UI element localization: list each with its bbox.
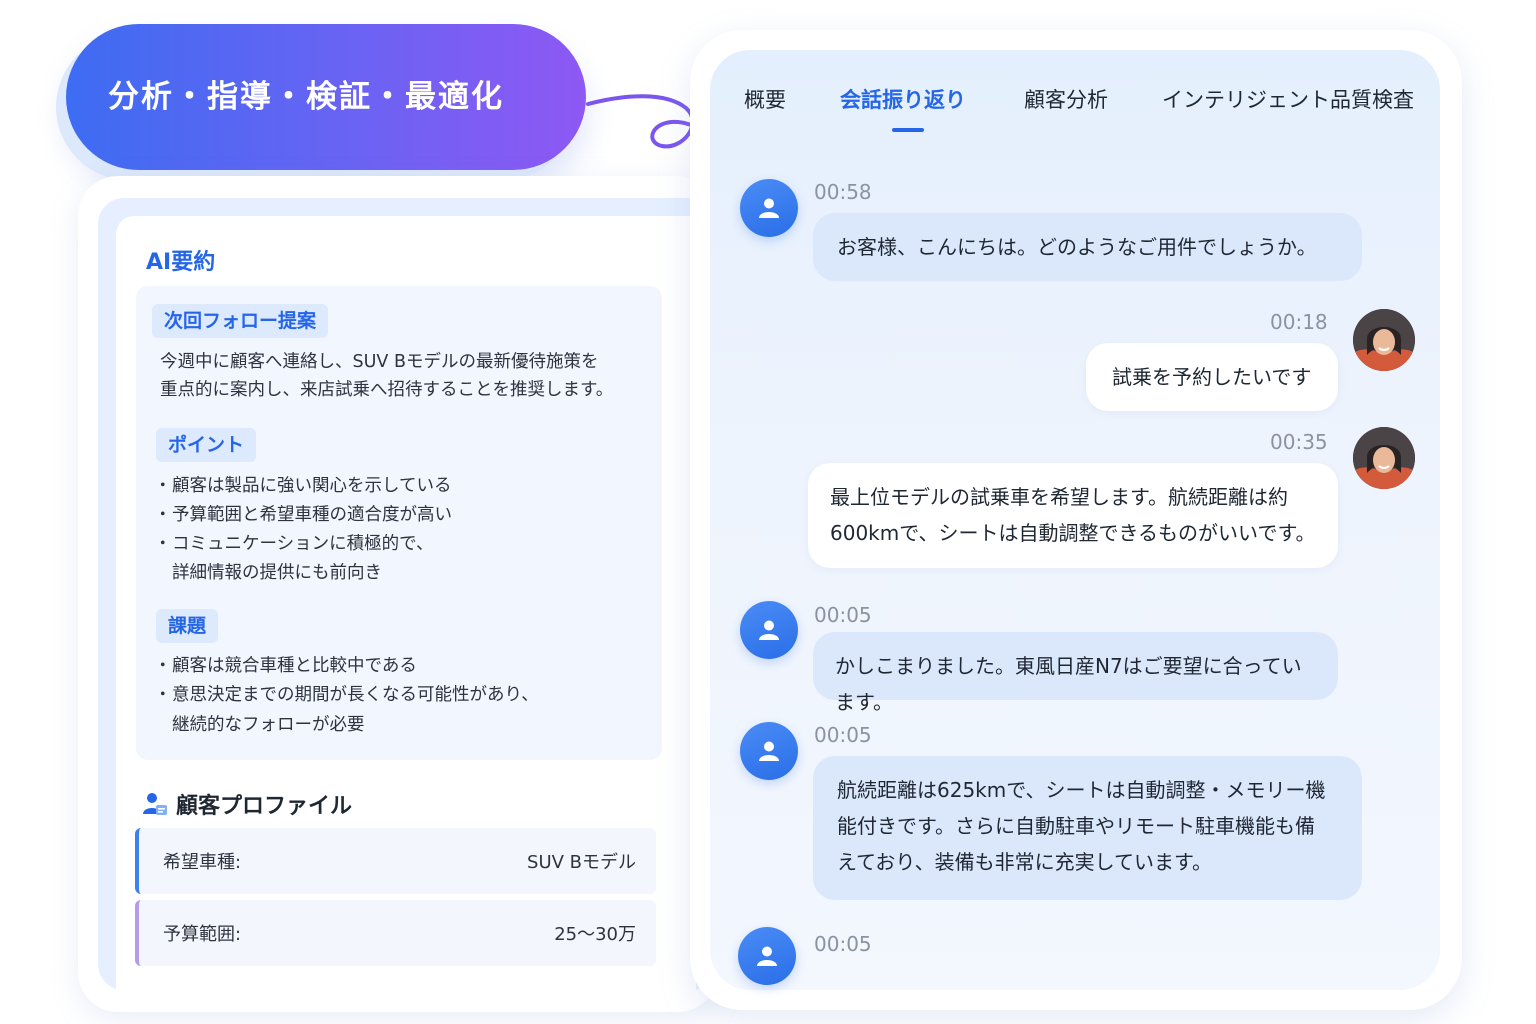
- message-line: 最上位モデルの試乗車を希望します。航続距離は約: [830, 485, 1288, 509]
- follow-up-line: 重点的に案内し、来店試乗へ招待することを推奨します。: [160, 380, 614, 400]
- customer-profile-header: 顧客プロファイル: [142, 788, 352, 820]
- follow-up-tag: 次回フォロー提案: [152, 304, 329, 338]
- agent-avatar: [740, 722, 798, 780]
- banner-title: 分析・指導・検証・最適化: [108, 78, 504, 115]
- active-tab-indicator: [892, 128, 924, 132]
- message-bubble-agent: かしこまりました。東風日産N7はご要望に合っています。: [813, 632, 1338, 714]
- points-bullet-continued: 詳細情報の提供にも前向き: [172, 559, 382, 588]
- customer-avatar: [1353, 309, 1415, 371]
- points-bullet: ・顧客は製品に強い関心を示している: [154, 472, 452, 501]
- profile-value: SUV Bモデル: [527, 852, 636, 873]
- user-icon: [759, 741, 779, 761]
- profile-row-budget: 予算範囲: 25〜30万: [135, 900, 656, 966]
- message-time: 00:18: [1270, 310, 1328, 334]
- message-bubble-agent: お客様、こんにちは。どのようなご用件でしょうか。: [813, 213, 1362, 281]
- profile-label: 希望車種:: [163, 852, 242, 873]
- message-line: 試乗を予約したいです: [1112, 365, 1312, 389]
- issues-tag: 課題: [156, 609, 219, 643]
- message-line: えており、装備も非常に充実しています。: [837, 850, 1212, 874]
- message-bubble-customer: 試乗を予約したいです: [1086, 343, 1338, 411]
- bullet-text: 詳細情報の提供にも前向き: [172, 563, 382, 583]
- points-bullet: ・コミュニケーションに積極的で、: [154, 530, 434, 559]
- tab-quality-inspection[interactable]: インテリジェント品質検査: [1162, 84, 1414, 114]
- message-line: 600kmで、シートは自動調整できるものがいいです。: [830, 521, 1316, 545]
- bullet-dot: ・: [154, 476, 172, 496]
- bullet-text: 継続的なフォローが必要: [172, 715, 365, 735]
- bullet-text: 顧客は製品に強い関心を示している: [172, 476, 452, 496]
- profile-row-desired-model: 希望車種: SUV Bモデル: [135, 828, 656, 894]
- agent-avatar: [740, 601, 798, 659]
- message-line: かしこまりました。東風日産N7はご要望に合っています。: [835, 654, 1302, 714]
- profile-label: 予算範囲:: [163, 924, 242, 945]
- follow-up-text: 今週中に顧客へ連絡し、SUV Bモデルの最新優待施策を 重点的に案内し、来店試乗…: [160, 348, 613, 404]
- message-line: お客様、こんにちは。どのようなご用件でしょうか。: [837, 235, 1317, 259]
- message-line: 能付きです。さらに自動駐車やリモート駐車機能も備: [837, 814, 1315, 838]
- bullet-dot: ・: [154, 685, 172, 705]
- tab-overview[interactable]: 概要: [744, 84, 786, 114]
- ai-summary-title: AI要約: [146, 250, 216, 275]
- customer-profile-title: 顧客プロファイル: [176, 794, 353, 819]
- message-bubble-agent: 航続距離は625kmで、シートは自動調整・メモリー機 能付きです。さらに自動駐車…: [813, 756, 1362, 900]
- user-icon: [757, 946, 777, 966]
- points-bullet: ・予算範囲と希望車種の適合度が高い: [154, 501, 452, 530]
- bullet-dot: ・: [154, 534, 172, 554]
- user-profile-icon: [143, 793, 167, 815]
- tab-customer-analysis[interactable]: 顧客分析: [1024, 84, 1108, 114]
- follow-up-line: 今週中に顧客へ連絡し、SUV Bモデルの最新優待施策を: [160, 352, 599, 372]
- message-bubble-customer: 最上位モデルの試乗車を希望します。航続距離は約 600kmで、シートは自動調整で…: [808, 463, 1338, 568]
- agent-avatar: [738, 927, 796, 985]
- bullet-dot: ・: [154, 505, 172, 525]
- message-time: 00:05: [814, 603, 872, 627]
- message-time: 00:05: [814, 932, 872, 956]
- message-time: 00:35: [1270, 430, 1328, 454]
- customer-avatar: [1353, 427, 1415, 489]
- bullet-text: 顧客は競合車種と比較中である: [172, 656, 417, 676]
- bullet-text: 意思決定までの期間が長くなる可能性があり、: [172, 685, 539, 705]
- agent-avatar: [740, 179, 798, 237]
- message-line: 航続距離は625kmで、シートは自動調整・メモリー機: [837, 778, 1326, 802]
- message-time: 00:58: [814, 180, 872, 204]
- profile-value: 25〜30万: [554, 924, 636, 945]
- issues-bullet: ・意思決定までの期間が長くなる可能性があり、: [154, 681, 539, 710]
- points-tag: ポイント: [156, 428, 257, 462]
- tab-conversation-review[interactable]: 会話振り返り: [840, 84, 966, 114]
- bullet-text: コミュニケーションに積極的で、: [172, 534, 434, 554]
- bullet-dot: ・: [154, 656, 172, 676]
- issues-bullet-continued: 継続的なフォローが必要: [172, 711, 365, 740]
- customer-photo-icon: [1353, 427, 1415, 489]
- issues-bullet: ・顧客は競合車種と比較中である: [154, 652, 417, 681]
- customer-photo-icon: [1353, 309, 1415, 371]
- user-icon: [759, 620, 779, 640]
- feature-banner: 分析・指導・検証・最適化: [66, 24, 586, 170]
- bullet-text: 予算範囲と希望車種の適合度が高い: [172, 505, 452, 525]
- user-icon: [759, 198, 779, 218]
- message-time: 00:05: [814, 723, 872, 747]
